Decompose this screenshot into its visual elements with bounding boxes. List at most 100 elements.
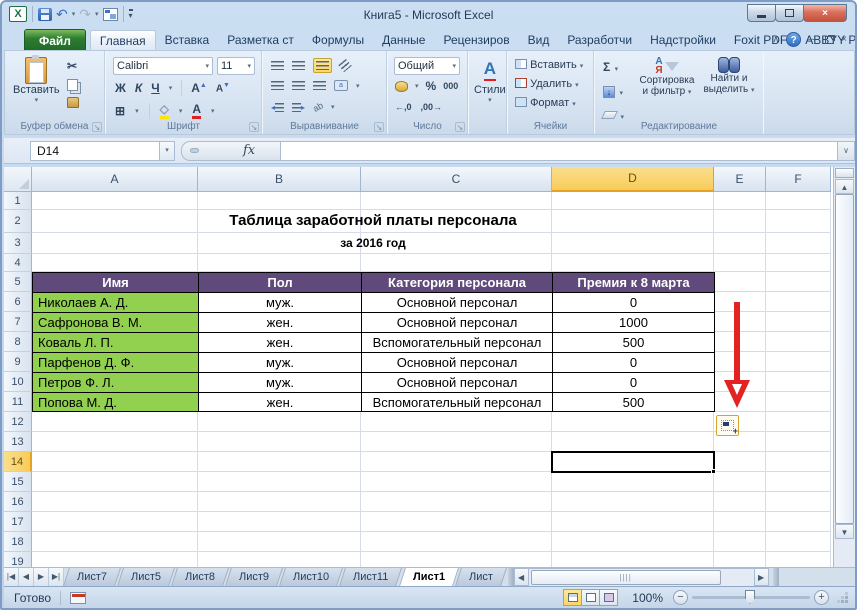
column-header-D[interactable]: D (552, 167, 714, 192)
align-top-icon[interactable] (271, 61, 284, 70)
tab-разработчи[interactable]: Разработчи (558, 30, 641, 51)
zoom-out-icon[interactable]: − (673, 590, 688, 605)
decrease-decimal-icon[interactable]: ,00→ (421, 102, 443, 112)
tab-вставка[interactable]: Вставка (156, 30, 219, 51)
table-cell[interactable]: муж. (198, 372, 361, 392)
vertical-scroll-thumb[interactable] (835, 194, 854, 524)
row-header-7[interactable]: 7 (4, 312, 32, 332)
workbook-minimize-icon[interactable]: — (808, 34, 818, 46)
align-bottom-icon[interactable] (313, 58, 332, 73)
increase-decimal-icon[interactable]: ←,0 (395, 102, 412, 112)
row-header-12[interactable]: 12 (4, 412, 32, 432)
table-cell[interactable]: Парфенов Д. Ф. (32, 352, 198, 372)
paste-button[interactable]: Вставить▾ (13, 57, 60, 104)
font-dialog-launcher-icon[interactable]: ↘ (249, 122, 259, 132)
tab-file[interactable]: Файл (24, 29, 86, 51)
horizontal-scrollbar[interactable]: |||| (529, 568, 754, 586)
expand-formula-bar-icon[interactable]: ∨ (838, 141, 855, 161)
table-header-cell[interactable]: Категория персонала (361, 272, 552, 292)
fill-handle[interactable] (711, 469, 716, 474)
row-header-16[interactable]: 16 (4, 492, 32, 512)
vertical-scrollbar[interactable]: ▲ ▼ (833, 167, 855, 567)
table-cell[interactable]: Основной персонал (361, 292, 552, 312)
align-right-icon[interactable] (313, 81, 326, 90)
currency-icon[interactable] (395, 81, 408, 92)
merge-dropdown-icon[interactable]: ▾ (356, 82, 360, 90)
sheet-tab-Лист10[interactable]: Лист10 (279, 568, 343, 586)
horizontal-scroll-thumb[interactable]: |||| (531, 570, 721, 585)
row-header-3[interactable]: 3 (4, 233, 32, 254)
wrap-text-icon[interactable]: ab (311, 100, 325, 114)
column-header-F[interactable]: F (766, 167, 831, 192)
percent-icon[interactable]: % (426, 79, 437, 93)
sheet-tab-Лист5[interactable]: Лист5 (117, 568, 175, 586)
format-cells-button[interactable]: Формат ▾ (515, 97, 583, 109)
zoom-level[interactable]: 100% (632, 591, 663, 605)
table-cell[interactable]: Попова М. Д. (32, 392, 198, 412)
table-cell[interactable]: Вспомогательный персонал (361, 392, 552, 412)
select-all-corner[interactable] (4, 167, 32, 192)
zoom-slider-handle[interactable] (745, 590, 755, 604)
name-box-dropdown-icon[interactable]: ▾ (160, 141, 175, 161)
font-family-select[interactable]: Calibri▾ (113, 57, 213, 75)
zoom-slider[interactable] (692, 596, 810, 599)
minimize-button[interactable] (747, 4, 776, 22)
number-dialog-launcher-icon[interactable]: ↘ (455, 122, 465, 132)
tab-разметка ст[interactable]: Разметка ст (218, 30, 303, 51)
table-cell[interactable]: 0 (552, 292, 715, 312)
table-cell[interactable]: Коваль Л. П. (32, 332, 198, 352)
scroll-up-icon[interactable]: ▲ (835, 179, 854, 194)
zoom-in-icon[interactable]: + (814, 590, 829, 605)
prev-sheet-icon[interactable]: ◀ (19, 568, 34, 586)
close-button[interactable]: × (803, 4, 847, 22)
copy-icon[interactable] (67, 79, 78, 91)
tab-формулы[interactable]: Формулы (303, 30, 373, 51)
table-cell[interactable]: 500 (552, 392, 715, 412)
restore-button[interactable] (775, 4, 804, 22)
split-handle[interactable] (835, 168, 854, 178)
row-header-2[interactable]: 2 (4, 210, 32, 233)
sheet-tab-Лист[interactable]: Лист (455, 568, 507, 586)
row-header-11[interactable]: 11 (4, 392, 32, 412)
column-header-A[interactable]: A (32, 167, 198, 192)
page-break-view-button[interactable] (599, 589, 618, 606)
currency-dropdown-icon[interactable]: ▾ (415, 82, 419, 90)
first-sheet-icon[interactable]: |◀ (4, 568, 19, 586)
table-cell[interactable]: 0 (552, 352, 715, 372)
font-color-icon[interactable]: А (192, 102, 201, 119)
scroll-down-icon[interactable]: ▼ (835, 524, 854, 539)
table-cell[interactable]: жен. (198, 332, 361, 352)
table-cell[interactable]: жен. (198, 312, 361, 332)
table-header-cell[interactable]: Пол (198, 272, 361, 292)
italic-button[interactable]: К (135, 81, 142, 95)
row-header-18[interactable]: 18 (4, 532, 32, 552)
record-macro-icon[interactable] (70, 592, 86, 604)
borders-button[interactable]: ⊞ (115, 104, 125, 118)
merge-center-icon[interactable]: a (334, 80, 348, 91)
number-format-select[interactable]: Общий▾ (394, 57, 460, 75)
row-header-9[interactable]: 9 (4, 352, 32, 372)
workbook-restore-icon[interactable] (825, 36, 834, 44)
row-header-6[interactable]: 6 (4, 292, 32, 312)
font-size-select[interactable]: 11▾ (217, 57, 255, 75)
table-header-cell[interactable]: Премия к 8 марта (552, 272, 715, 292)
increase-indent-icon[interactable]: ▸ (292, 103, 305, 112)
hscroll-right-icon[interactable]: ▶ (754, 568, 769, 586)
formula-input[interactable] (281, 141, 838, 161)
help-icon[interactable]: ? (786, 32, 801, 47)
table-cell[interactable]: Основной персонал (361, 372, 552, 392)
table-cell[interactable]: 500 (552, 332, 715, 352)
grid-area[interactable]: Таблица заработной платы персоналаза 201… (32, 192, 833, 567)
tab-данные[interactable]: Данные (373, 30, 434, 51)
find-select-button[interactable]: Найти ивыделить ▾ (699, 57, 759, 96)
format-painter-icon[interactable] (67, 97, 79, 108)
column-header-C[interactable]: C (361, 167, 552, 192)
table-cell[interactable]: 0 (552, 372, 715, 392)
thousands-icon[interactable]: 000 (443, 81, 458, 91)
row-header-17[interactable]: 17 (4, 512, 32, 532)
table-cell[interactable]: Николаев А. Д. (32, 292, 198, 312)
sheet-tab-Лист11[interactable]: Лист11 (339, 568, 402, 586)
table-cell[interactable]: Основной персонал (361, 312, 552, 332)
delete-cells-button[interactable]: Удалить ▾ (515, 78, 583, 90)
tab-рецензиров[interactable]: Рецензиров (434, 30, 518, 51)
